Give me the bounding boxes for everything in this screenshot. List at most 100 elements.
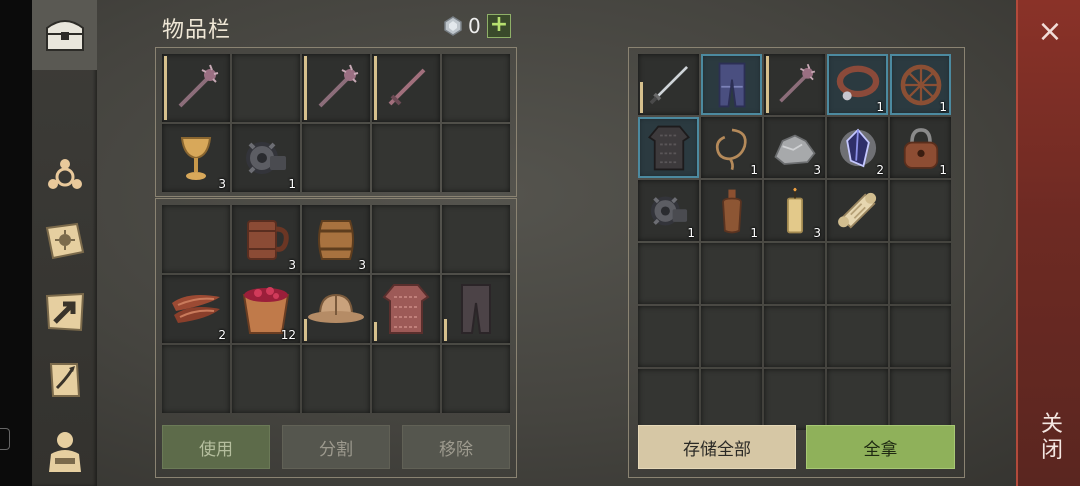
chest-slot[interactable] <box>701 54 762 115</box>
inventory-slot[interactable] <box>302 54 370 122</box>
chest-slot[interactable]: 1 <box>701 117 762 178</box>
item-quantity: 3 <box>358 258 366 272</box>
system-edge <box>0 0 32 486</box>
inventory-slot[interactable] <box>302 345 370 413</box>
inventory-slot[interactable] <box>372 54 440 122</box>
chest-slot[interactable] <box>701 369 762 430</box>
quests-scroll-icon[interactable] <box>38 354 92 406</box>
chest-slot[interactable] <box>764 54 825 115</box>
inventory-slot[interactable] <box>442 205 510 273</box>
inventory-slot[interactable] <box>232 345 300 413</box>
chest-slot[interactable] <box>890 243 951 304</box>
remove-button[interactable]: 移除 <box>402 425 510 469</box>
pants-icon <box>461 284 491 334</box>
durability-bar <box>164 56 167 120</box>
chest-slot[interactable] <box>890 369 951 430</box>
chest-slot[interactable]: 1 <box>890 117 951 178</box>
item-quantity: 3 <box>288 258 296 272</box>
store-all-button[interactable]: 存储全部 <box>638 425 796 469</box>
chest-slot[interactable]: 1 <box>701 180 762 241</box>
inventory-slot[interactable] <box>372 275 440 343</box>
candle-icon <box>786 187 803 233</box>
inventory-slot[interactable] <box>442 54 510 122</box>
mug-icon <box>247 220 289 260</box>
durability-bar <box>374 322 377 341</box>
mace-icon <box>778 63 815 103</box>
inventory-slot[interactable] <box>442 345 510 413</box>
chest-slot[interactable]: 1 <box>638 180 699 241</box>
chest-slot[interactable] <box>827 306 888 367</box>
durability-bar <box>374 56 377 120</box>
skills-icon[interactable] <box>38 148 92 200</box>
inventory-slot[interactable] <box>162 205 230 273</box>
chest-slot[interactable] <box>827 369 888 430</box>
inventory-slot[interactable]: 12 <box>232 275 300 343</box>
inventory-slot[interactable] <box>162 345 230 413</box>
chest-slot[interactable]: 1 <box>827 54 888 115</box>
chest-slot[interactable] <box>827 180 888 241</box>
chest-slot[interactable] <box>701 243 762 304</box>
chest-slot[interactable] <box>764 369 825 430</box>
item-quantity: 1 <box>750 163 758 177</box>
chest-slot[interactable] <box>764 243 825 304</box>
take-all-button[interactable]: 全拿 <box>806 425 955 469</box>
close-icon[interactable]: × <box>1030 12 1070 52</box>
goblet-icon <box>180 137 212 180</box>
chest-slot[interactable] <box>638 117 699 178</box>
inventory-slot[interactable] <box>162 54 230 122</box>
character-icon[interactable] <box>38 424 92 476</box>
inventory-slot[interactable]: 3 <box>232 205 300 273</box>
chest-icon[interactable] <box>38 8 92 60</box>
helmet-icon <box>308 293 364 323</box>
chest-slot[interactable]: 2 <box>827 117 888 178</box>
chest-slot[interactable] <box>890 180 951 241</box>
barrel-icon <box>318 220 354 260</box>
item-quantity: 2 <box>876 163 884 177</box>
chainmail-icon <box>382 284 430 334</box>
inventory-bottom-grid: 3 3 2 12 <box>162 205 510 413</box>
recipes-book-icon[interactable] <box>38 216 92 268</box>
chest-slot[interactable]: 1 <box>890 54 951 115</box>
scroll-icon <box>837 192 876 229</box>
chest-slot[interactable] <box>638 54 699 115</box>
use-button[interactable]: 使用 <box>162 425 270 469</box>
inventory-slot[interactable]: 1 <box>232 124 300 192</box>
inventory-slot[interactable]: 3 <box>162 124 230 192</box>
add-gem-button[interactable]: + <box>487 14 511 38</box>
collar-icon <box>836 65 879 100</box>
gem-count: 0 <box>468 14 481 38</box>
inventory-slot[interactable]: 3 <box>302 205 370 273</box>
panel-title: 物品栏 <box>162 18 232 43</box>
edge-notch <box>0 428 10 450</box>
chest-slot[interactable] <box>638 369 699 430</box>
map-arrow-icon[interactable] <box>38 286 92 338</box>
chest-slot[interactable] <box>638 243 699 304</box>
inventory-slot[interactable] <box>372 205 440 273</box>
chest-slot[interactable] <box>764 306 825 367</box>
inventory-slot[interactable] <box>302 275 370 343</box>
inventory-slot[interactable] <box>442 124 510 192</box>
rope-icon <box>715 128 747 170</box>
durability-bar <box>304 56 307 120</box>
close-panel[interactable]: × 关闭 <box>1016 0 1080 486</box>
inventory-slot[interactable]: 2 <box>162 275 230 343</box>
close-label[interactable]: 关闭 <box>1038 412 1066 464</box>
chest-slot[interactable] <box>890 306 951 367</box>
inventory-slot[interactable] <box>372 124 440 192</box>
chest-slot[interactable] <box>638 306 699 367</box>
wheel-icon <box>900 64 941 105</box>
inventory-slot[interactable] <box>372 345 440 413</box>
inventory-slot[interactable] <box>302 124 370 192</box>
inventory-slot[interactable] <box>442 275 510 343</box>
chest-slot[interactable]: 3 <box>764 180 825 241</box>
item-quantity: 1 <box>939 100 947 114</box>
chest-slot[interactable] <box>701 306 762 367</box>
inventory-slot[interactable] <box>232 54 300 122</box>
durability-bar <box>640 82 643 113</box>
split-button[interactable]: 分割 <box>282 425 390 469</box>
chest-slot[interactable] <box>827 243 888 304</box>
padlock-icon <box>903 127 938 169</box>
mace-icon <box>318 64 359 108</box>
item-quantity: 1 <box>939 163 947 177</box>
chest-slot[interactable]: 3 <box>764 117 825 178</box>
